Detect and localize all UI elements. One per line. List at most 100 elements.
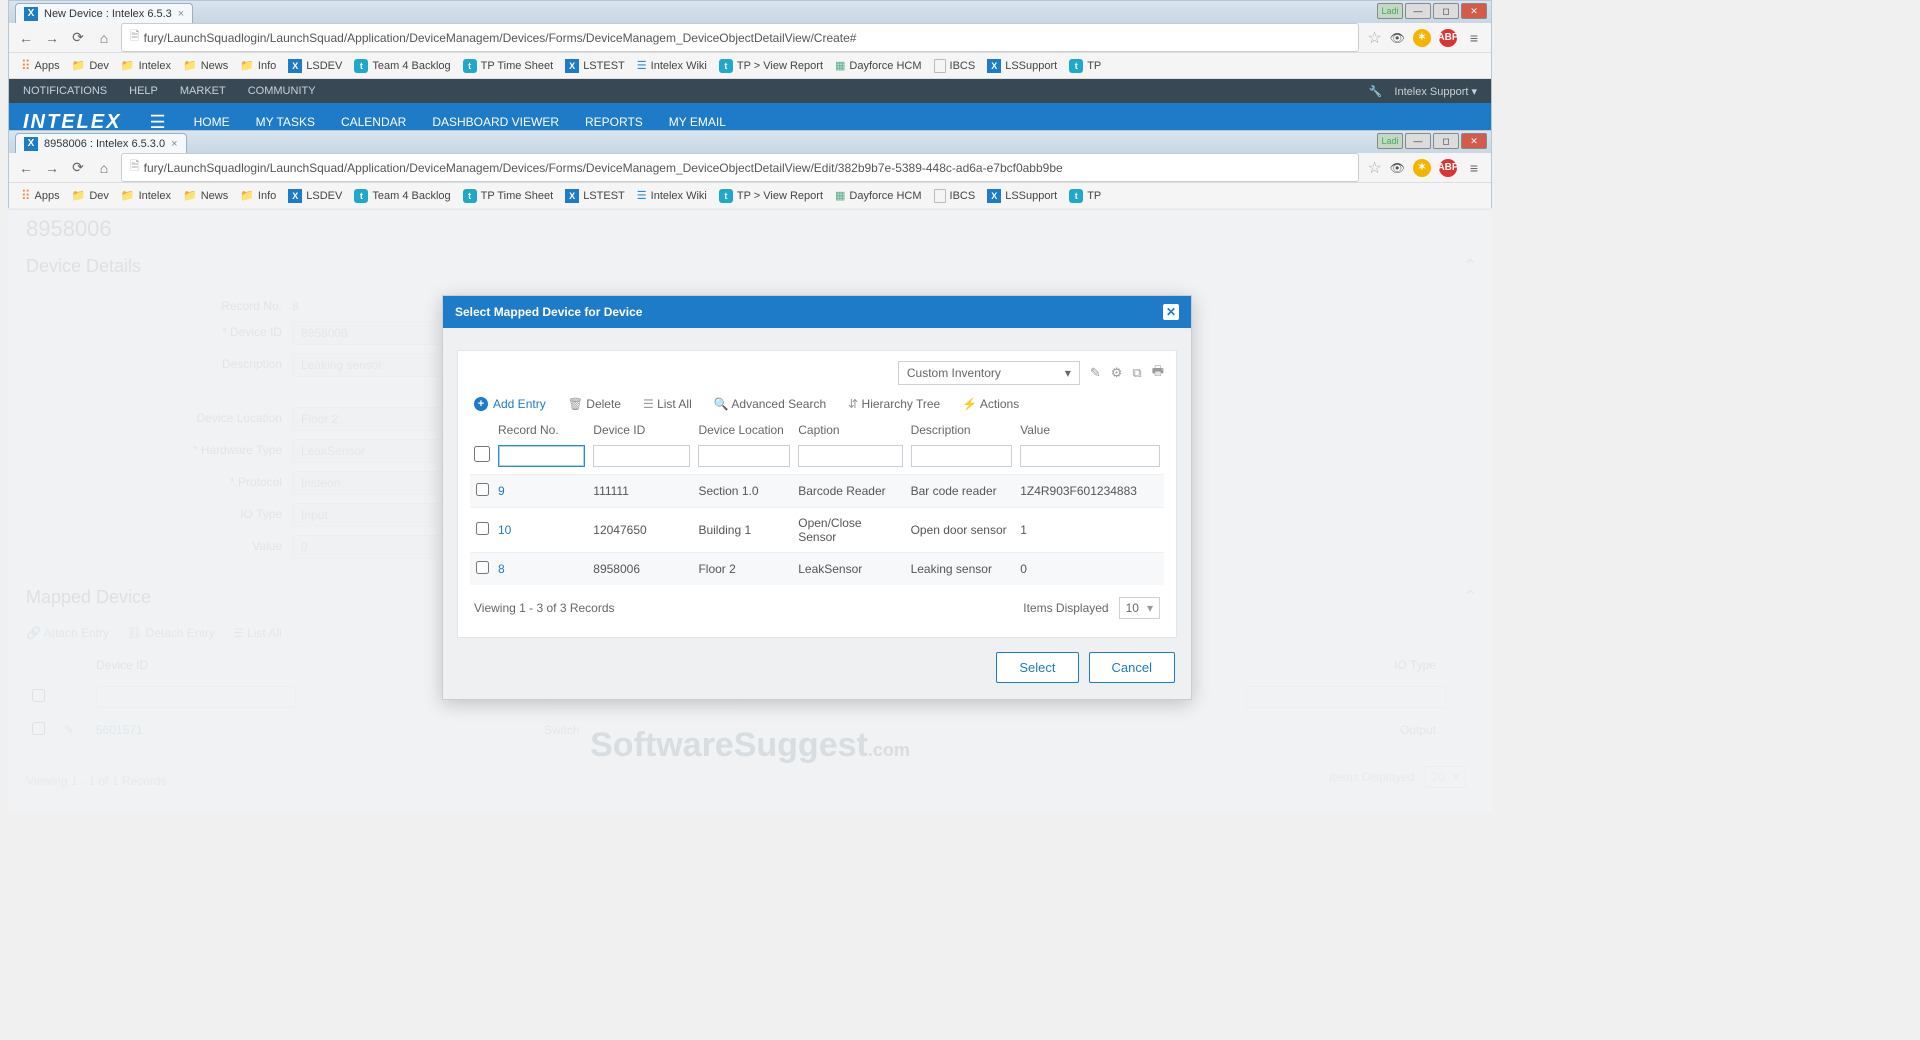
reload-button[interactable]: ⟳: [69, 159, 87, 177]
forward-button[interactable]: →: [43, 159, 61, 177]
perpage-dropdown[interactable]: 10 ▾: [1119, 597, 1160, 619]
bookmark-lstest[interactable]: XLSTEST: [561, 187, 629, 205]
bookmark-apps[interactable]: ⠿Apps: [17, 186, 64, 206]
cell-recno[interactable]: 10: [494, 508, 589, 553]
url-input[interactable]: 🗎 fury/LaunchSquadlogin/LaunchSquad/Appl…: [121, 23, 1359, 52]
bookmark-lstest[interactable]: XLSTEST: [561, 57, 629, 75]
filter-recno[interactable]: [498, 445, 585, 467]
bookmark-info[interactable]: 📁Info: [236, 57, 280, 74]
back-button[interactable]: ←: [17, 159, 35, 177]
abp-icon[interactable]: ABP: [1439, 29, 1457, 47]
row-checkbox[interactable]: [476, 483, 489, 496]
topbar-help[interactable]: HELP: [129, 85, 158, 97]
nav-dashboard[interactable]: DASHBOARD VIEWER: [432, 115, 559, 129]
col-val[interactable]: Value: [1016, 417, 1164, 441]
topbar-market[interactable]: MARKET: [180, 85, 226, 97]
bookmark-dev[interactable]: 📁Dev: [68, 187, 113, 204]
bookmark-apps[interactable]: ⠿Apps: [17, 56, 64, 76]
bookmark-lsdev[interactable]: XLSDEV: [284, 57, 346, 75]
add-entry-button[interactable]: +Add Entry: [474, 397, 546, 411]
close-window-button[interactable]: ✕: [1461, 3, 1487, 19]
pencil-icon[interactable]: ✎: [1090, 365, 1101, 381]
topbar-notifications[interactable]: NOTIFICATIONS: [23, 85, 107, 97]
filter-devid[interactable]: [593, 445, 690, 467]
filter-desc[interactable]: [911, 445, 1013, 467]
col-recno[interactable]: Record No.: [494, 417, 589, 441]
row-checkbox[interactable]: [476, 561, 489, 574]
browser-tab[interactable]: X 8958006 : Intelex 6.5.3.0 ×: [15, 133, 187, 153]
bookmark-ibcs[interactable]: IBCS: [930, 57, 980, 75]
maximize-button[interactable]: ◻: [1433, 3, 1459, 19]
advanced-search-button[interactable]: 🔍 Advanced Search: [714, 397, 826, 411]
table-row[interactable]: 8 8958006 Floor 2 LeakSensor Leaking sen…: [470, 553, 1164, 586]
cell-recno[interactable]: 9: [494, 475, 589, 508]
browser-menu-button[interactable]: ≡: [1465, 159, 1483, 177]
abp-icon[interactable]: ABP: [1439, 159, 1457, 177]
list-all-button[interactable]: ☰ List All: [643, 397, 692, 411]
bookmark-lssupport[interactable]: XLSSupport: [983, 57, 1061, 75]
bookmark-wiki[interactable]: ☰Intelex Wiki: [633, 57, 711, 74]
bookmark-news[interactable]: 📁News: [179, 57, 232, 74]
maximize-button[interactable]: ◻: [1433, 133, 1459, 149]
home-button[interactable]: ⌂: [95, 159, 113, 177]
select-button[interactable]: Select: [996, 652, 1078, 683]
filter-loc[interactable]: [698, 445, 790, 467]
browser-tab[interactable]: X New Device : Intelex 6.5.3 ×: [15, 3, 193, 23]
print-icon[interactable]: 🖶: [1152, 362, 1164, 384]
filter-val[interactable]: [1020, 445, 1160, 467]
bookmark-dayforce[interactable]: ▦Dayforce HCM: [831, 187, 926, 204]
bookmark-tptime[interactable]: tTP Time Sheet: [459, 187, 558, 205]
filter-cap[interactable]: [798, 445, 902, 467]
bookmark-tp[interactable]: tTP: [1065, 57, 1105, 75]
eye-icon[interactable]: 👁: [1390, 161, 1405, 175]
popout-icon[interactable]: ⧉: [1132, 365, 1141, 381]
modal-close-icon[interactable]: ✕: [1163, 304, 1179, 320]
col-loc[interactable]: Device Location: [694, 417, 794, 441]
ext-icon-1[interactable]: ✶: [1413, 29, 1431, 47]
nav-home[interactable]: HOME: [194, 115, 230, 129]
tab-close-icon[interactable]: ×: [171, 138, 177, 150]
support-dropdown[interactable]: Intelex Support ▾: [1394, 85, 1477, 98]
bookmark-lsdev[interactable]: XLSDEV: [284, 187, 346, 205]
bookmark-news[interactable]: 📁News: [179, 187, 232, 204]
bookmark-tp[interactable]: tTP: [1065, 187, 1105, 205]
tab-close-icon[interactable]: ×: [178, 8, 184, 20]
close-window-button[interactable]: ✕: [1461, 133, 1487, 149]
bookmark-tpview[interactable]: tTP > View Report: [715, 187, 827, 205]
bookmark-dayforce[interactable]: ▦Dayforce HCM: [831, 57, 926, 74]
col-desc[interactable]: Description: [907, 417, 1017, 441]
topbar-community[interactable]: COMMUNITY: [248, 85, 316, 97]
minimize-button[interactable]: —: [1405, 133, 1431, 149]
wrench-icon[interactable]: 🔧: [1369, 85, 1383, 98]
bookmark-lssupport[interactable]: XLSSupport: [983, 187, 1061, 205]
bookmark-intelex[interactable]: 📁Intelex: [117, 187, 175, 204]
bookmark-tpview[interactable]: tTP > View Report: [715, 57, 827, 75]
view-dropdown[interactable]: Custom Inventory▾: [898, 361, 1080, 385]
nav-reports[interactable]: REPORTS: [585, 115, 643, 129]
ext-icon-1[interactable]: ✶: [1413, 159, 1431, 177]
row-checkbox[interactable]: [476, 522, 489, 535]
bookmark-star-icon[interactable]: ☆: [1367, 158, 1381, 178]
bookmark-info[interactable]: 📁Info: [236, 187, 280, 204]
col-devid[interactable]: Device ID: [589, 417, 694, 441]
nav-calendar[interactable]: CALENDAR: [341, 115, 406, 129]
actions-button[interactable]: ⚡ Actions: [962, 397, 1019, 411]
nav-myemail[interactable]: MY EMAIL: [669, 115, 726, 129]
bookmark-intelex[interactable]: 📁Intelex: [117, 57, 175, 74]
bookmark-wiki[interactable]: ☰Intelex Wiki: [633, 187, 711, 204]
cell-recno[interactable]: 8: [494, 553, 589, 586]
bookmark-team4[interactable]: tTeam 4 Backlog: [350, 57, 454, 75]
nav-mytasks[interactable]: MY TASKS: [256, 115, 315, 129]
minimize-button[interactable]: —: [1405, 3, 1431, 19]
bookmark-star-icon[interactable]: ☆: [1367, 28, 1381, 48]
select-all-checkbox[interactable]: [474, 443, 490, 465]
reload-button[interactable]: ⟳: [69, 29, 87, 47]
gear-icon[interactable]: ⚙: [1111, 365, 1123, 381]
delete-button[interactable]: 🗑 Delete: [568, 397, 621, 411]
bookmark-team4[interactable]: tTeam 4 Backlog: [350, 187, 454, 205]
forward-button[interactable]: →: [43, 29, 61, 47]
table-row[interactable]: 10 12047650 Building 1 Open/Close Sensor…: [470, 508, 1164, 553]
table-row[interactable]: 9 111111 Section 1.0 Barcode Reader Bar …: [470, 475, 1164, 508]
bookmark-tptime[interactable]: tTP Time Sheet: [459, 57, 558, 75]
cancel-button[interactable]: Cancel: [1089, 652, 1175, 683]
